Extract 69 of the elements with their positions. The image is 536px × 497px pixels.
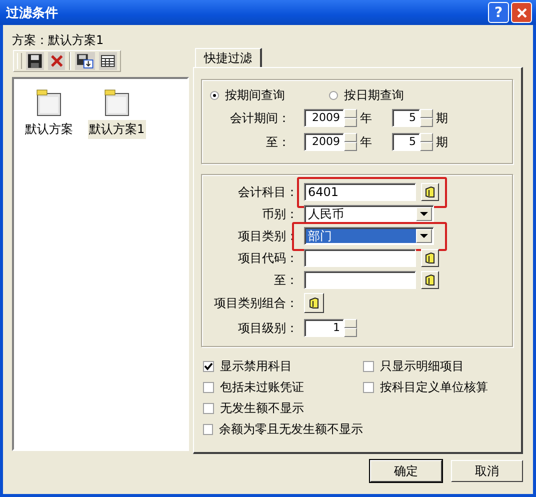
- unit-label: 期: [435, 110, 449, 126]
- dropdown-field[interactable]: 人民币: [304, 205, 434, 223]
- field-label: 项目代码：: [237, 250, 298, 266]
- spin-button[interactable]: [344, 133, 357, 151]
- folder-icon[interactable]: [36, 89, 62, 117]
- grid-icon[interactable]: [99, 52, 117, 70]
- input-field[interactable]: 6401: [304, 183, 416, 201]
- save-icon[interactable]: [26, 52, 44, 70]
- checkbox[interactable]: [363, 360, 374, 372]
- window-title: 过滤条件: [6, 4, 58, 22]
- document-icon: [425, 274, 435, 286]
- unit-label: 期: [435, 134, 449, 150]
- checkbox-label: 无发生额不显示: [220, 400, 304, 416]
- period-field[interactable]: 5: [392, 109, 420, 127]
- caret-icon: [420, 212, 428, 216]
- unit-label: 年: [359, 134, 373, 150]
- field-label: 会计科目：: [237, 184, 298, 200]
- ok-button[interactable]: 确定: [370, 460, 442, 482]
- document-icon: [425, 252, 435, 264]
- help-button[interactable]: ?: [488, 2, 509, 23]
- lookup-button[interactable]: [421, 249, 439, 267]
- checkbox-label: 按科目定义单位核算: [380, 378, 488, 396]
- lookup-button[interactable]: [421, 183, 439, 201]
- lookup-button[interactable]: [304, 293, 324, 313]
- dropdown-field[interactable]: 部门: [304, 227, 434, 245]
- checkbox-label: 包括未过账凭证: [220, 378, 304, 396]
- close-icon: [516, 6, 528, 18]
- field-label: 项目级别：: [237, 320, 298, 336]
- input-field[interactable]: [304, 249, 416, 267]
- radio-button[interactable]: [329, 90, 338, 100]
- checkbox-label: 余额为零且无发生额不显示: [219, 420, 363, 438]
- year-field[interactable]: 2009: [304, 109, 344, 127]
- scheme-item[interactable]: 默认方案: [24, 120, 74, 139]
- delete-icon[interactable]: [48, 52, 66, 70]
- check-icon: [204, 362, 213, 370]
- spin-button[interactable]: [420, 133, 433, 151]
- field-label: 币别：: [261, 206, 298, 222]
- checkbox-label: 显示禁用科目: [220, 358, 292, 374]
- field-label: 项目类别组合：: [213, 294, 298, 312]
- checkbox-label: 只显示明细项目: [380, 358, 464, 374]
- year-field[interactable]: 2009: [304, 133, 344, 151]
- scheme-caption: 方案：默认方案1: [12, 32, 105, 48]
- close-button[interactable]: [511, 2, 532, 23]
- radio-label: 按期间查询: [225, 86, 285, 104]
- document-icon: [425, 186, 435, 198]
- field-label: 至：: [265, 134, 290, 150]
- period-field[interactable]: 5: [392, 133, 420, 151]
- field-label: 至：: [273, 272, 298, 288]
- radio-label: 按日期查询: [344, 86, 404, 104]
- spin-button[interactable]: [344, 109, 357, 127]
- caret-icon: [420, 234, 428, 238]
- scheme-item[interactable]: 默认方案1: [88, 120, 146, 139]
- checkbox[interactable]: [203, 402, 214, 414]
- checkbox[interactable]: [203, 382, 214, 392]
- document-icon: [309, 297, 319, 309]
- lookup-button[interactable]: [421, 271, 439, 289]
- spin-button[interactable]: [420, 109, 433, 127]
- spin-button[interactable]: [344, 319, 357, 337]
- radio-button[interactable]: [210, 90, 219, 100]
- filter-tab[interactable]: 快捷过滤: [195, 48, 262, 67]
- checkbox[interactable]: [203, 360, 214, 372]
- level-field[interactable]: 1: [304, 319, 344, 337]
- field-label: 会计期间：: [229, 110, 290, 126]
- folder-icon[interactable]: [104, 89, 130, 117]
- cancel-button[interactable]: 取消: [451, 460, 523, 482]
- checkbox[interactable]: [363, 382, 374, 392]
- checkbox[interactable]: [203, 424, 213, 434]
- input-field[interactable]: [304, 271, 416, 289]
- unit-label: 年: [359, 110, 373, 126]
